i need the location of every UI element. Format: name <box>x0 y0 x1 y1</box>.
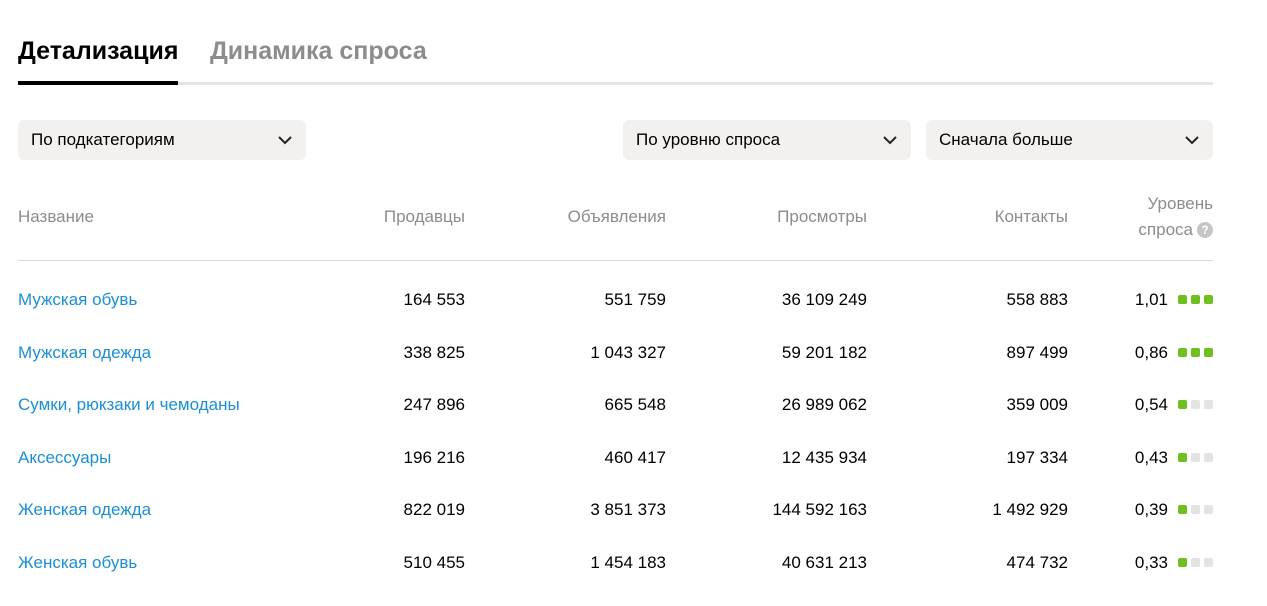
column-header-views[interactable]: Просмотры <box>777 204 867 230</box>
chevron-down-icon <box>278 136 292 145</box>
sellers-cell: 247 896 <box>403 395 465 414</box>
category-name-link[interactable]: Аксессуары <box>18 438 111 478</box>
contacts-cell: 474 732 <box>1006 552 1068 572</box>
table-row[interactable]: Сумки, рюкзаки и чемоданы 247 896 665 548 2… <box>18 385 1213 425</box>
column-header-contacts[interactable]: Контакты <box>995 204 1068 230</box>
level-dot-filled <box>1178 505 1187 514</box>
table-row[interactable]: Мужская одежда 338 825 1 043 327 59 201 182… <box>18 333 1213 373</box>
level-dot-empty <box>1204 505 1213 514</box>
views-cell: 12 435 934 <box>781 447 867 467</box>
level-dot-filled <box>1178 452 1187 462</box>
column-header-demand-level-line2: спроса? <box>1138 217 1213 243</box>
level-dot-empty <box>1204 452 1213 462</box>
ads-cell: 460 417 <box>604 447 666 467</box>
ads-cell: 3 851 373 <box>590 500 666 519</box>
ads-cell: 551 759 <box>604 290 666 309</box>
demand-level-value: 0,54 <box>1134 395 1168 414</box>
tab-bar: Детализация Динамика спроса <box>18 0 1213 85</box>
demand-level-value: 1,01 <box>1134 290 1168 309</box>
table-header: Название Продавцы Объявления Просмотры К… <box>18 186 1213 261</box>
category-name-link[interactable]: Женская одежда <box>18 490 151 530</box>
views-cell: 59 201 182 <box>781 342 867 362</box>
column-header-ads[interactable]: Объявления <box>568 204 666 230</box>
category-name-link[interactable]: Мужская одежда <box>18 333 151 373</box>
sellers-cell: 510 455 <box>403 552 465 572</box>
sellers-cell: 822 019 <box>403 500 465 519</box>
grouping-select[interactable]: По подкатегориям <box>18 120 306 160</box>
column-header-demand-level-text: спроса <box>1138 220 1193 239</box>
level-dot-empty <box>1204 557 1213 567</box>
views-cell: 36 109 249 <box>781 290 867 309</box>
chevron-down-icon <box>883 136 897 145</box>
category-name-link[interactable]: Женская обувь <box>18 543 137 583</box>
active-tab-underline <box>18 81 178 85</box>
level-dot-filled <box>1191 295 1200 304</box>
demand-level-value: 0,39 <box>1134 500 1168 519</box>
column-header-demand-level-line1: Уровень <box>1147 194 1214 213</box>
table-row[interactable]: Аксессуары 196 216 460 417 12 435 934 197 33… <box>18 438 1213 478</box>
level-dot-filled <box>1204 347 1213 357</box>
sort-order-select[interactable]: Сначала больше <box>926 120 1213 160</box>
contacts-cell: 1 492 929 <box>992 500 1068 519</box>
sellers-cell: 338 825 <box>403 342 465 362</box>
demand-level-indicator <box>1178 347 1213 357</box>
category-name-link[interactable]: Мужская обувь <box>18 280 137 320</box>
column-header-demand-level[interactable]: Уровень спроса? <box>1138 191 1213 243</box>
level-dot-filled <box>1178 557 1187 567</box>
demand-level-indicator <box>1178 400 1213 409</box>
level-dot-empty <box>1191 557 1200 567</box>
demand-level-indicator <box>1178 452 1213 462</box>
level-dot-empty <box>1191 400 1200 409</box>
ads-cell: 1 454 183 <box>590 552 666 572</box>
table-row[interactable]: Женская одежда 822 019 3 851 373 144 592 16… <box>18 490 1213 530</box>
level-dot-filled <box>1204 295 1213 304</box>
views-cell: 144 592 163 <box>772 500 867 519</box>
contacts-cell: 359 009 <box>1006 395 1068 414</box>
sort-field-select[interactable]: По уровню спроса <box>623 120 911 160</box>
grouping-select-value: По подкатегориям <box>31 130 175 149</box>
demand-panel: Детализация Динамика спроса По подкатего… <box>18 0 1213 572</box>
category-name-link[interactable]: Сумки, рюкзаки и чемоданы <box>18 385 240 425</box>
sellers-cell: 196 216 <box>403 447 465 467</box>
column-header-name[interactable]: Название <box>18 204 94 230</box>
level-dot-filled <box>1178 400 1187 409</box>
table-row[interactable]: Мужская обувь 164 553 551 759 36 109 249 558… <box>18 280 1213 320</box>
demand-level-value: 0,33 <box>1134 552 1168 572</box>
level-dot-empty <box>1191 452 1200 462</box>
table-row[interactable]: Женская обувь 510 455 1 454 183 40 631 213 4… <box>18 543 1213 583</box>
level-dot-filled <box>1191 347 1200 357</box>
column-header-sellers[interactable]: Продавцы <box>384 204 465 230</box>
demand-level-value: 0,86 <box>1134 342 1168 362</box>
demand-level-indicator <box>1178 505 1213 514</box>
demand-level-indicator <box>1178 557 1213 567</box>
sellers-cell: 164 553 <box>403 290 465 309</box>
ads-cell: 1 043 327 <box>590 342 666 362</box>
chevron-down-icon <box>1185 136 1199 145</box>
tab-demand-dynamics[interactable]: Динамика спроса <box>210 36 427 66</box>
contacts-cell: 897 499 <box>1006 342 1068 362</box>
level-dot-empty <box>1204 400 1213 409</box>
ads-cell: 665 548 <box>604 395 666 414</box>
help-icon[interactable]: ? <box>1197 222 1213 238</box>
contacts-cell: 197 334 <box>1006 447 1068 467</box>
level-dot-filled <box>1178 347 1187 357</box>
level-dot-empty <box>1191 505 1200 514</box>
tab-details[interactable]: Детализация <box>18 36 178 66</box>
views-cell: 40 631 213 <box>781 552 867 572</box>
sort-field-select-value: По уровню спроса <box>636 130 781 149</box>
contacts-cell: 558 883 <box>1006 290 1068 309</box>
level-dot-filled <box>1178 295 1187 304</box>
sort-order-select-value: Сначала больше <box>939 130 1073 149</box>
demand-level-value: 0,43 <box>1134 447 1168 467</box>
demand-level-indicator <box>1178 295 1213 304</box>
views-cell: 26 989 062 <box>781 395 867 414</box>
